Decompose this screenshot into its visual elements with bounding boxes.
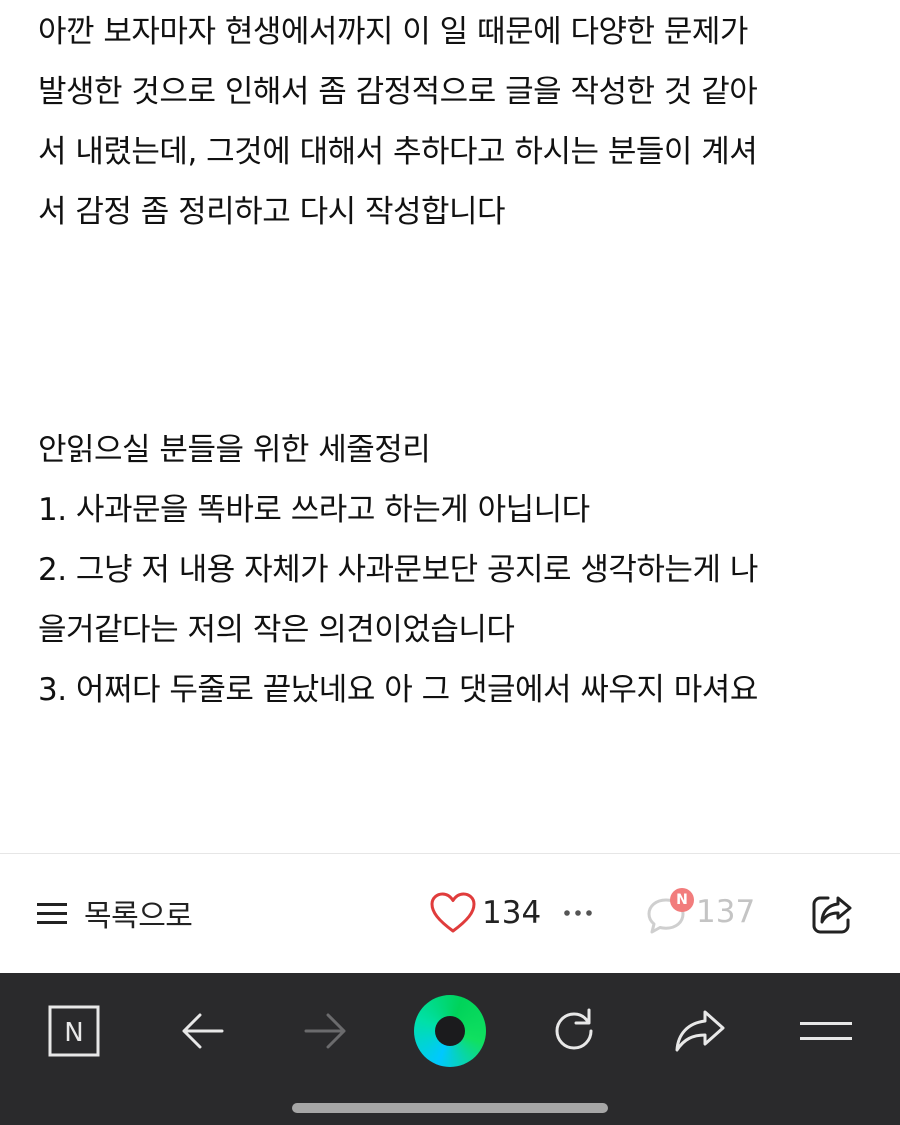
- green-dot-center: [435, 1016, 465, 1046]
- menu-button[interactable]: [788, 993, 864, 1069]
- share-page-button[interactable]: [662, 993, 738, 1069]
- text-line: 2. 그냥 저 내용 자체가 사과문보단 공지로 생각하는게 나: [38, 552, 758, 588]
- comments-button[interactable]: N 137: [646, 884, 755, 940]
- share-box-icon: [812, 896, 852, 934]
- back-to-list-button[interactable]: 목록으로: [36, 890, 193, 936]
- text-line: 발생한 것으로 인해서 좀 감정적으로 글을 작성한 것 같아: [38, 74, 758, 110]
- browser-toolbar: N: [0, 973, 900, 1125]
- green-dot-button[interactable]: [412, 993, 488, 1069]
- share-post-button[interactable]: [808, 890, 856, 938]
- text-line: 1. 사과문을 똑바로 쓰라고 하는게 아닙니다: [38, 492, 590, 528]
- more-dots-icon: [564, 910, 592, 916]
- back-arrow-icon: [182, 1013, 224, 1049]
- refresh-button[interactable]: [536, 993, 612, 1069]
- text-line: 아깐 보자마자 현생에서까지 이 일 때문에 다양한 문제가: [38, 14, 748, 50]
- comment-icon-wrap: N: [646, 884, 694, 940]
- back-button[interactable]: [164, 993, 240, 1069]
- paragraph-intro: 아깐 보자마자 현생에서까지 이 일 때문에 다양한 문제가 발생한 것으로 인…: [38, 2, 868, 242]
- more-options-button[interactable]: [560, 890, 596, 936]
- post-action-bar: 목록으로 134 N 137: [0, 853, 900, 973]
- gesture-navigation-bar[interactable]: [292, 1103, 608, 1113]
- naver-home-button[interactable]: N: [36, 993, 112, 1069]
- screen: 아깐 보자마자 현생에서까지 이 일 때문에 다양한 문제가 발생한 것으로 인…: [0, 0, 900, 1125]
- text-line: 서 내렸는데, 그것에 대해서 추하다고 하시는 분들이 계셔: [38, 134, 758, 170]
- comment-count: 137: [696, 894, 756, 930]
- green-dot-home-icon: [414, 995, 486, 1067]
- like-count: 134: [482, 895, 542, 931]
- back-to-list-label: 목록으로: [84, 899, 193, 934]
- share-icon: [675, 1010, 725, 1052]
- text-line: 3. 어쩌다 두줄로 끝났네요 아 그 댓글에서 싸우지 마셔요: [38, 672, 758, 708]
- new-comment-badge: N: [670, 888, 694, 912]
- forward-button[interactable]: [288, 993, 364, 1069]
- list-icon: [37, 903, 67, 924]
- forward-arrow-icon: [304, 1013, 346, 1049]
- menu-icon: [800, 1022, 852, 1040]
- paragraph-summary: 안읽으실 분들을 위한 세줄정리 1. 사과문을 똑바로 쓰라고 하는게 아닙니…: [38, 420, 868, 720]
- like-button[interactable]: 134: [430, 890, 541, 936]
- text-line: 서 감정 좀 정리하고 다시 작성합니다: [38, 194, 506, 230]
- refresh-icon: [555, 1008, 593, 1050]
- text-line: 안읽으실 분들을 위한 세줄정리: [38, 432, 431, 468]
- naver-letter: N: [64, 1018, 83, 1048]
- article-body: 아깐 보자마자 현생에서까지 이 일 때문에 다양한 문제가 발생한 것으로 인…: [0, 0, 900, 853]
- naver-icon: N: [48, 1005, 100, 1057]
- heart-icon: [430, 892, 476, 933]
- text-line: 을거같다는 저의 작은 의견이었습니다: [38, 612, 515, 648]
